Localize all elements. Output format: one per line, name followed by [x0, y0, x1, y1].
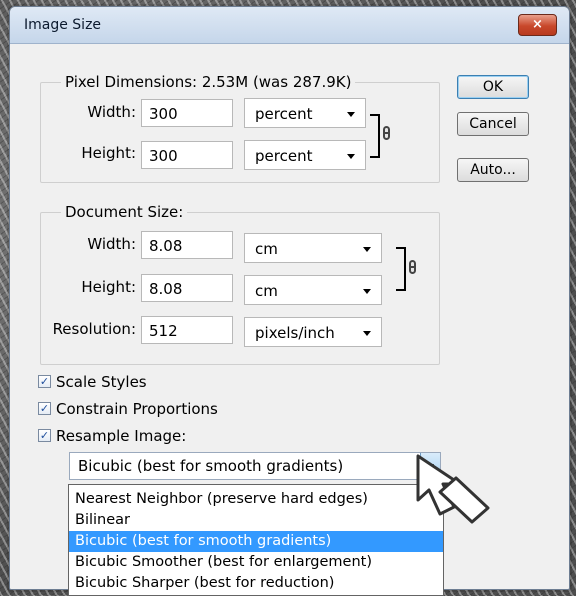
- document-height-unit-value: cm: [255, 282, 278, 300]
- chevron-down-icon: [347, 112, 355, 117]
- chevron-down-icon: [363, 331, 371, 336]
- dropdown-option-nearest-neighbor[interactable]: Nearest Neighbor (preserve hard edges): [69, 489, 443, 510]
- document-width-label: Width:: [87, 235, 136, 253]
- resample-image-label: Resample Image:: [56, 427, 187, 445]
- close-button[interactable]: ×: [518, 14, 557, 36]
- pixel-height-unit-value: percent: [255, 147, 313, 165]
- constrain-proportions-checkbox[interactable]: ✓: [38, 402, 51, 415]
- pixel-width-input[interactable]: 300: [141, 99, 233, 127]
- resample-image-checkbox[interactable]: ✓: [38, 429, 51, 442]
- document-height-label: Height:: [81, 278, 136, 296]
- pixel-width-unit-select[interactable]: percent: [244, 98, 366, 128]
- dropdown-option-bilinear[interactable]: Bilinear: [69, 510, 443, 531]
- link-icon: [409, 260, 416, 274]
- dropdown-option-bicubic[interactable]: Bicubic (best for smooth gradients): [69, 531, 443, 552]
- pixel-width-unit-value: percent: [255, 105, 313, 123]
- pixel-height-input[interactable]: 300: [141, 141, 233, 169]
- chevron-down-icon: [363, 247, 371, 252]
- document-height-input[interactable]: 8.08: [141, 274, 233, 302]
- document-height-unit-select[interactable]: cm: [244, 275, 382, 305]
- constrain-proportions-label: Constrain Proportions: [56, 400, 218, 418]
- chevron-down-icon: [363, 289, 371, 294]
- pixel-constrain-bracket: [370, 114, 380, 158]
- resolution-label: Resolution:: [52, 320, 136, 338]
- resolution-unit-value: pixels/inch: [255, 324, 335, 342]
- link-icon: [383, 126, 390, 140]
- pixel-width-label: Width:: [87, 103, 136, 121]
- document-width-unit-value: cm: [255, 240, 278, 258]
- pixel-dimensions-group: Pixel Dimensions: 2.53M (was 287.9K): [40, 73, 440, 183]
- resample-method-select[interactable]: Bicubic (best for smooth gradients): [69, 452, 441, 480]
- resample-method-dropdown: Nearest Neighbor (preserve hard edges) B…: [68, 484, 444, 596]
- scale-styles-label: Scale Styles: [56, 373, 147, 391]
- scale-styles-checkbox[interactable]: ✓: [38, 375, 51, 388]
- document-constrain-bracket: [396, 247, 406, 291]
- pixel-dimensions-legend: Pixel Dimensions: 2.53M (was 287.9K): [65, 73, 352, 91]
- document-size-legend: Document Size:: [65, 203, 184, 221]
- mouse-cursor-icon: [416, 454, 490, 524]
- dropdown-option-bicubic-smoother[interactable]: Bicubic Smoother (best for enlargement): [69, 552, 443, 573]
- resample-method-value: Bicubic (best for smooth gradients): [78, 457, 344, 475]
- dialog-title: Image Size: [24, 17, 102, 33]
- cancel-button[interactable]: Cancel: [457, 112, 529, 136]
- ok-button[interactable]: OK: [457, 75, 529, 99]
- resolution-unit-select[interactable]: pixels/inch: [244, 317, 382, 347]
- close-icon: ×: [532, 17, 543, 32]
- document-width-input[interactable]: 8.08: [141, 231, 233, 259]
- pixel-height-label: Height:: [81, 144, 136, 162]
- pixel-height-unit-select[interactable]: percent: [244, 140, 366, 170]
- chevron-down-icon: [347, 154, 355, 159]
- dropdown-option-bicubic-sharper[interactable]: Bicubic Sharper (best for reduction): [69, 573, 443, 594]
- resolution-input[interactable]: 512: [141, 316, 233, 344]
- auto-button[interactable]: Auto...: [457, 158, 529, 182]
- title-bar[interactable]: Image Size ×: [10, 7, 569, 44]
- document-width-unit-select[interactable]: cm: [244, 233, 382, 263]
